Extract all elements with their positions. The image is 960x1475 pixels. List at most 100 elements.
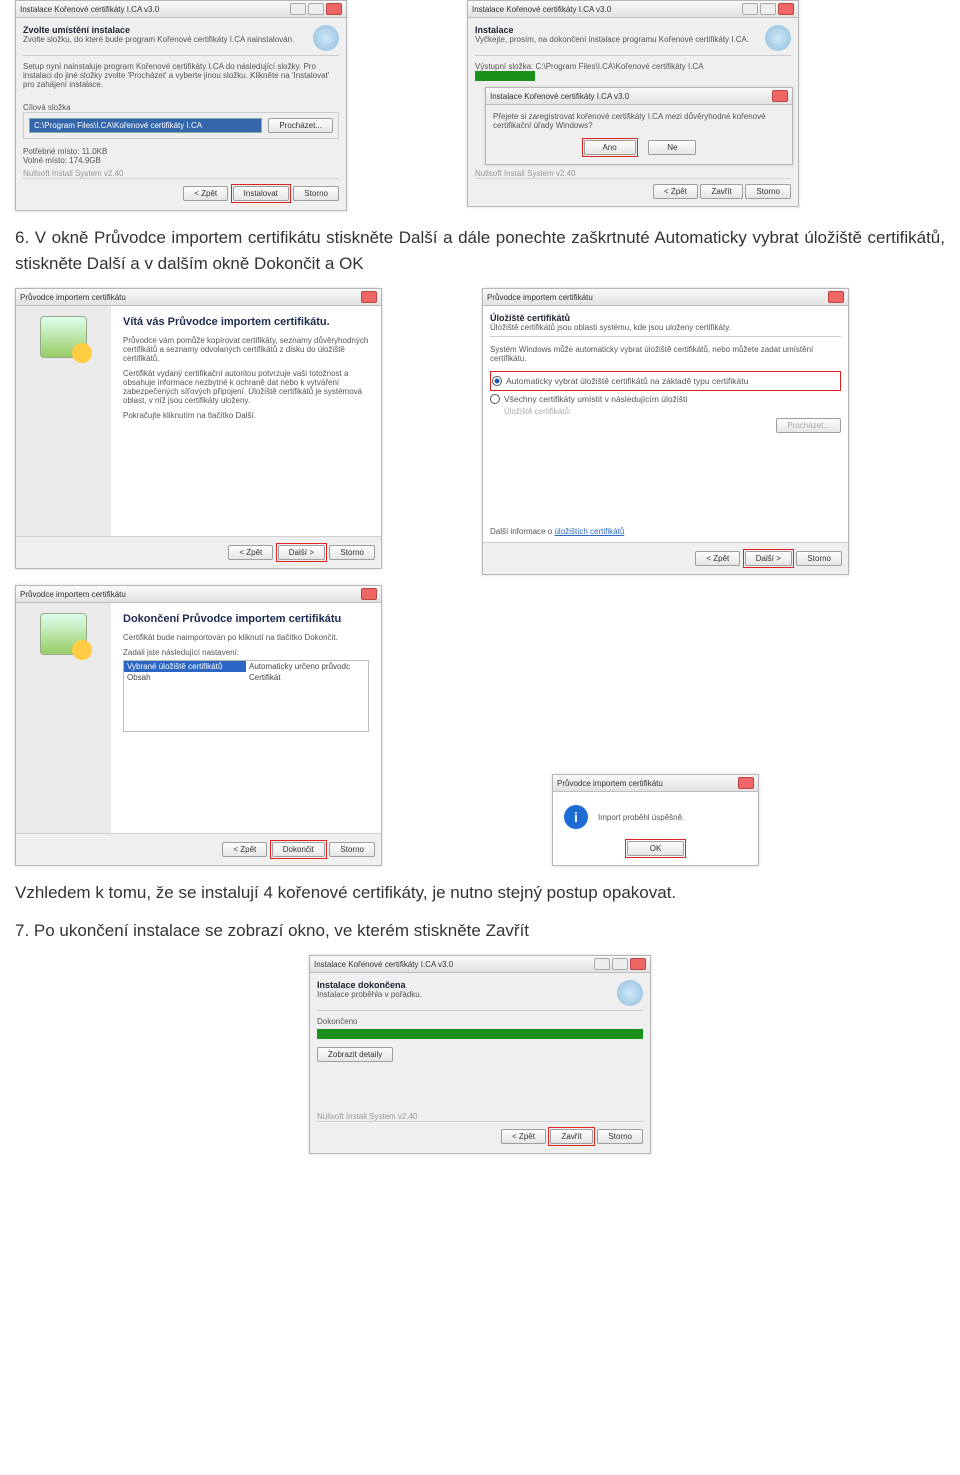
system-label: Nullsoft Install System v2.40 <box>23 169 339 178</box>
finish-text-2: Zadali jste následující nastavení: <box>123 648 369 657</box>
cancel-button[interactable]: Storno <box>796 551 842 566</box>
close-button[interactable]: Zavřít <box>700 184 742 199</box>
window-title: Průvodce importem certifikátu <box>20 293 126 302</box>
wizard-heading: Dokončení Průvodce importem certifikátu <box>123 613 369 625</box>
header-sub: Zvolte složku, do které bude program Koř… <box>23 35 294 44</box>
minimize-icon[interactable] <box>594 958 610 970</box>
settings-listbox: Vybrané úložiště certifikátů Automaticky… <box>123 660 369 732</box>
certificate-icon <box>40 316 87 358</box>
register-confirm-dialog: Instalace Kořenové certifikáty I.CA v3.0… <box>485 87 793 165</box>
browse-button: Procházet... <box>776 418 841 433</box>
more-label: Další informace o <box>490 527 552 536</box>
close-icon[interactable] <box>738 777 754 789</box>
back-button[interactable]: < Zpět <box>222 842 267 857</box>
ok-button[interactable]: OK <box>627 841 685 856</box>
close-icon[interactable] <box>772 90 788 102</box>
dest-input[interactable]: C:\Program Files\I.CA\Kořenové certifiká… <box>29 118 262 133</box>
minimize-icon[interactable] <box>290 3 306 15</box>
cancel-button[interactable]: Storno <box>745 184 791 199</box>
cancel-button[interactable]: Storno <box>329 545 375 560</box>
window-title: Průvodce importem certifikátu <box>20 590 126 599</box>
next-button[interactable]: Další > <box>745 551 792 566</box>
finish-button[interactable]: Dokončit <box>272 842 325 857</box>
back-button[interactable]: < Zpět <box>695 551 740 566</box>
instruction-step-6: 6. V okně Průvodce importem certifikátu … <box>15 225 945 276</box>
installer-window-progress: Instalace Kořenové certifikáty I.CA v3.0… <box>467 0 799 207</box>
back-button[interactable]: < Zpět <box>501 1129 546 1144</box>
info-icon: i <box>564 805 588 829</box>
no-button[interactable]: Ne <box>648 140 696 155</box>
header: Zvolte umístění instalace <box>23 25 294 35</box>
screenshot-row-1: Instalace Kořenové certifikáty I.CA v3.0… <box>15 0 945 211</box>
radio-place-store[interactable]: Všechny certifikáty umístit v následujíc… <box>490 391 841 407</box>
certificate-icon <box>40 613 87 655</box>
window-title: Průvodce importem certifikátu <box>557 779 663 788</box>
description: Setup nyní nainstaluje program Kořenové … <box>23 62 339 89</box>
window-buttons <box>742 3 794 15</box>
dialog-title: Instalace Kořenové certifikáty I.CA v3.0 <box>490 92 629 101</box>
window-buttons <box>290 3 342 15</box>
maximize-icon[interactable] <box>760 3 776 15</box>
body-text: Systém Windows může automaticky vybrat ú… <box>490 345 841 363</box>
wizard-store: Průvodce importem certifikátu Úložiště c… <box>482 288 849 575</box>
header-sub: Úložiště certifikátů jsou oblasti systém… <box>490 323 841 332</box>
title-bar: Průvodce importem certifikátu <box>16 586 381 603</box>
window-title: Průvodce importem certifikátu <box>487 293 593 302</box>
shield-icon <box>313 25 339 51</box>
browse-button[interactable]: Procházet... <box>268 118 333 133</box>
cancel-button[interactable]: Storno <box>293 186 339 201</box>
maximize-icon[interactable] <box>612 958 628 970</box>
back-button[interactable]: < Zpět <box>183 186 228 201</box>
back-button[interactable]: < Zpět <box>653 184 698 199</box>
screenshot-row-2: Průvodce importem certifikátu Vítá vás P… <box>15 288 945 575</box>
import-success-dialog: Průvodce importem certifikátu i Import p… <box>552 774 759 866</box>
window-title: Instalace Kořenové certifikáty I.CA v3.0 <box>20 5 159 14</box>
cell: Vybrané úložiště certifikátů <box>124 661 246 672</box>
cell: Obsah <box>124 672 246 683</box>
cell: Certifikát <box>246 672 368 683</box>
installer-window-done: Instalace Kořenové certifikáty I.CA v3.0… <box>309 955 651 1154</box>
cancel-button[interactable]: Storno <box>329 842 375 857</box>
back-button[interactable]: < Zpět <box>228 545 273 560</box>
show-details-button[interactable]: Zobrazit detaily <box>317 1047 393 1062</box>
title-bar: Průvodce importem certifikátu <box>483 289 848 306</box>
close-icon[interactable] <box>828 291 844 303</box>
close-icon[interactable] <box>326 3 342 15</box>
minimize-icon[interactable] <box>742 3 758 15</box>
wizard-art <box>16 306 111 536</box>
header: Instalace <box>475 25 749 35</box>
shield-icon <box>765 25 791 51</box>
next-button[interactable]: Další > <box>278 545 325 560</box>
header-sub: Vyčkejte, prosím, na dokončení instalace… <box>475 35 749 44</box>
title-bar: Průvodce importem certifikátu <box>553 775 758 792</box>
close-icon[interactable] <box>630 958 646 970</box>
done-label: Dokončeno <box>317 1017 643 1026</box>
free-space: Volné místo: 174.9GB <box>23 156 339 165</box>
cancel-button[interactable]: Storno <box>597 1129 643 1144</box>
required-space: Potřebné místo: 11.0KB <box>23 147 339 156</box>
progress-bar <box>317 1029 643 1039</box>
close-icon[interactable] <box>361 588 377 600</box>
installer-window-choose-folder: Instalace Kořenové certifikáty I.CA v3.0… <box>15 0 347 211</box>
radio-auto-store[interactable]: Automaticky vybrat úložiště certifikátů … <box>492 373 839 389</box>
output-label: Výstupní složka: C:\Program Files\I.CA\K… <box>475 62 791 71</box>
store-label: Úložiště certifikátů: <box>490 407 841 416</box>
maximize-icon[interactable] <box>308 3 324 15</box>
close-icon[interactable] <box>361 291 377 303</box>
close-button[interactable]: Zavřít <box>550 1129 592 1144</box>
more-link[interactable]: úložištích certifikátů <box>554 527 624 536</box>
instruction-step-7: 7. Po ukončení instalace se zobrazí okno… <box>15 918 945 944</box>
wizard-text-1: Průvodce vám pomůže kopírovat certifikát… <box>123 336 369 363</box>
title-bar: Instalace Kořenové certifikáty I.CA v3.0 <box>310 956 650 973</box>
wizard-art <box>16 603 111 833</box>
yes-button[interactable]: Ano <box>584 140 636 155</box>
shield-icon <box>617 980 643 1006</box>
title-bar: Instalace Kořenové certifikáty I.CA v3.0 <box>486 88 792 105</box>
wizard-text-3: Pokračujte kliknutím na tlačítko Další. <box>123 411 369 420</box>
title-bar: Průvodce importem certifikátu <box>16 289 381 306</box>
window-buttons <box>594 958 646 970</box>
install-button[interactable]: Instalovat <box>233 186 289 201</box>
close-icon[interactable] <box>778 3 794 15</box>
finish-text-1: Certifikát bude naimportován po kliknutí… <box>123 633 369 642</box>
header-sub: Instalace proběhla v pořádku. <box>317 990 422 999</box>
